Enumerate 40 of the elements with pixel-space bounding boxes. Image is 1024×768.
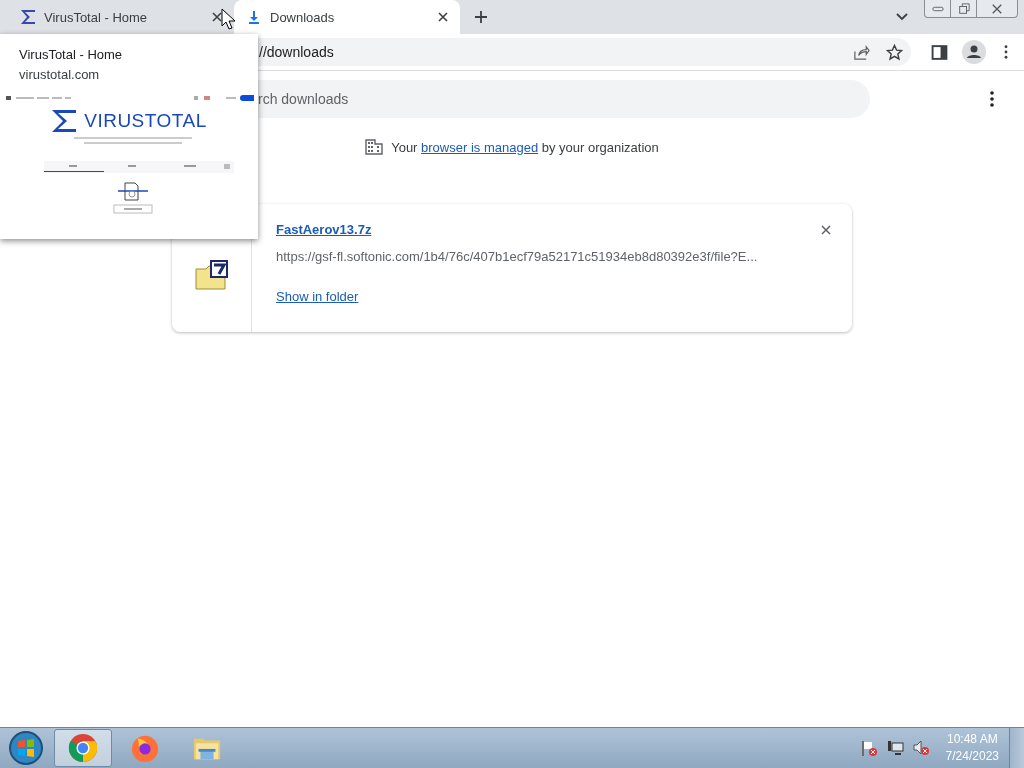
tab-title: Downloads <box>270 9 336 25</box>
taskbar-button[interactable] <box>54 729 112 767</box>
flag-error-icon[interactable] <box>859 739 878 757</box>
archive-file-icon <box>194 260 229 290</box>
hover-card-title: VirusTotal - Home <box>19 47 124 62</box>
speaker-muted-icon[interactable] <box>911 739 930 757</box>
menu-icon[interactable] <box>1004 45 1008 59</box>
sigma-icon <box>20 9 36 25</box>
show-in-folder-link[interactable]: Show in folder <box>276 289 359 304</box>
hover-card-domain: virustotal.com <box>19 67 101 82</box>
mouse-cursor-icon <box>221 8 235 30</box>
browser-tab[interactable]: Downloads <box>234 0 460 34</box>
new-tab-icon[interactable] <box>474 10 488 24</box>
logo-wordmark: VIRUSTOTAL <box>84 110 207 132</box>
network-icon[interactable] <box>885 739 904 757</box>
fox-logo-icon <box>130 733 160 763</box>
share-icon[interactable] <box>853 43 870 61</box>
more-options-icon[interactable] <box>990 91 994 107</box>
close-icon <box>991 2 1003 15</box>
clock-date: 7/24/2023 <box>945 748 999 765</box>
address-text: //downloads <box>259 44 334 60</box>
sigma-logo-icon <box>51 109 78 133</box>
tab-title: VirusTotal - Home <box>44 9 149 25</box>
side-panel-icon[interactable] <box>931 43 948 61</box>
close-icon[interactable] <box>212 12 222 22</box>
close-icon[interactable] <box>821 225 831 235</box>
clock-time: 10:48 AM <box>946 731 998 748</box>
start-button[interactable] <box>8 730 44 766</box>
chevron-down-icon[interactable] <box>896 13 908 21</box>
restore-icon <box>957 2 970 15</box>
managed-notice: Your browser is managed by your organization <box>391 139 659 155</box>
profile-avatar-icon[interactable] <box>962 40 986 64</box>
building-icon <box>365 139 384 155</box>
ring-logo-icon <box>68 733 98 763</box>
close-icon[interactable] <box>438 12 448 22</box>
file-name-link[interactable]: FastAerov13.7z <box>276 222 372 237</box>
download-icon <box>246 9 262 25</box>
star-icon[interactable] <box>886 43 903 61</box>
file-url: https://gsf-fl.softonic.com/1b4/76c/407b1ecf79a52171c51934eb8d80392e3f/file?E... <box>276 249 758 264</box>
managed-link[interactable]: browser is managed <box>421 139 539 155</box>
